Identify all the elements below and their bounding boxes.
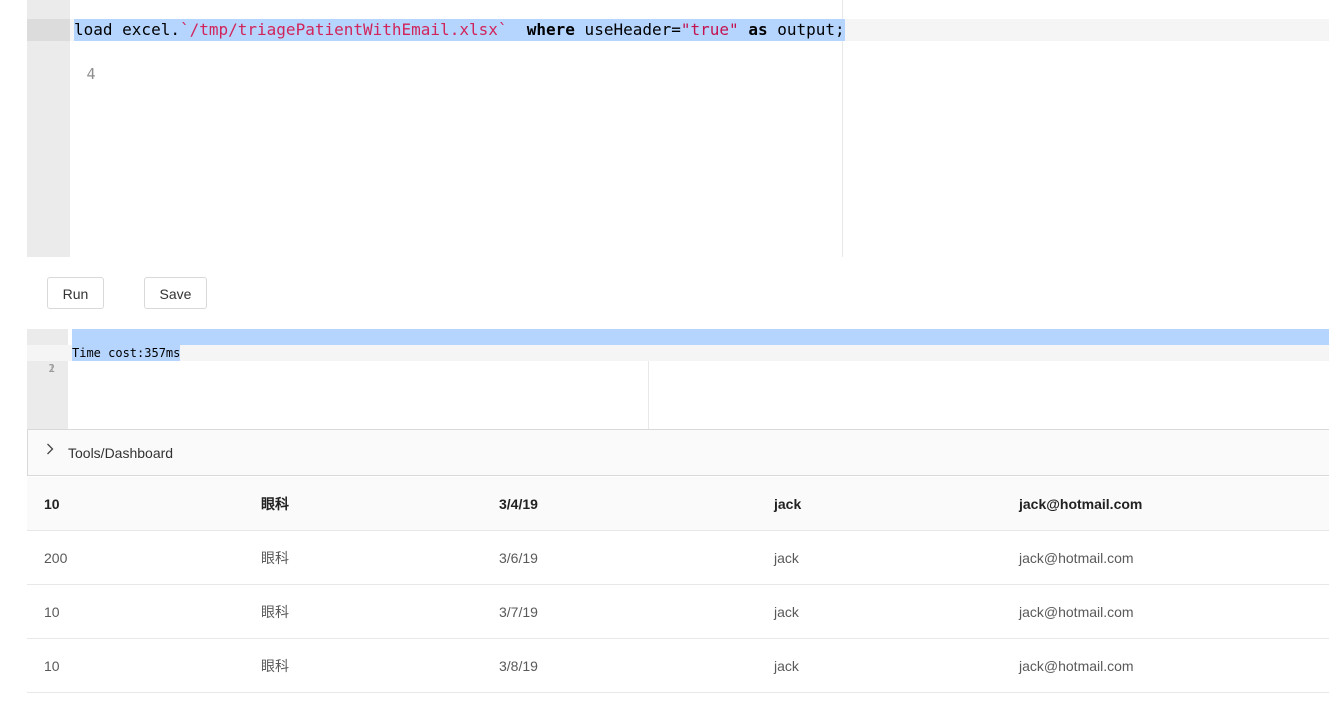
code-editor[interactable]: 3 4 load excel.`/tmp/triagePatientWithEm… [27,0,1329,257]
header-cell: jack [774,496,802,512]
chevron-right-icon[interactable] [46,443,54,458]
table-cell: 200 [44,550,68,566]
table-cell: 眼科 [261,604,289,620]
line-number: 2 [48,362,55,375]
table-cell: 3/8/19 [499,658,538,674]
table-cell: 眼科 [261,658,289,674]
output-print-margin [648,361,649,429]
output-line-1[interactable]: 1 [27,329,1329,375]
output-selection [72,329,1329,345]
table-header-row: 10 眼科 3/4/19 jack jack@hotmail.com [27,477,1329,531]
header-cell: jack@hotmail.com [1019,496,1143,512]
code-token: output; [767,20,845,39]
code-keyword-as: as [748,20,768,39]
table-row[interactable]: 10 眼科 3/7/19 jack jack@hotmail.com [27,585,1329,639]
header-cell: 3/4/19 [499,496,538,512]
line-number: 4 [86,65,96,83]
table-row[interactable]: 10 眼科 3/8/19 jack jack@hotmail.com [27,639,1329,693]
table-cell: jack@hotmail.com [1019,550,1134,566]
table-cell: jack [774,604,799,620]
table-cell: 眼科 [261,550,289,566]
code-token: useHeader= [574,20,681,39]
table-cell: jack [774,550,799,566]
run-button[interactable]: Run [47,277,104,309]
table-cell: 10 [44,604,60,620]
table-cell: jack@hotmail.com [1019,658,1134,674]
header-cell: 10 [44,496,60,512]
code-token-path: `/tmp/triagePatientWithEmail.xlsx` [179,20,508,39]
output-console[interactable]: 1 2 Time cost:357ms [27,329,1329,429]
table-cell: 10 [44,658,60,674]
table-cell: 3/6/19 [499,550,538,566]
table-cell: 3/7/19 [499,604,538,620]
panel-title: Tools/Dashboard [68,445,174,461]
code-selection: load excel.`/tmp/triagePatientWithEmail.… [74,19,845,41]
tools-dashboard-panel[interactable]: Tools/Dashboard [27,429,1329,476]
save-button[interactable]: Save [144,277,207,309]
table-cell: jack@hotmail.com [1019,604,1134,620]
code-keyword-where: where [526,20,575,39]
editor-line-4[interactable]: 4 load excel.`/tmp/triagePatientWithEmai… [27,19,1329,83]
result-table: 10 眼科 3/4/19 jack jack@hotmail.com 200 眼… [27,477,1329,693]
table-row[interactable]: 200 眼科 3/6/19 jack jack@hotmail.com [27,531,1329,585]
code-token: load excel. [74,20,180,39]
output-line-2[interactable]: 2 Time cost:357ms [27,345,1329,375]
editor-line-3[interactable]: 3 [27,0,1329,40]
code-token-string: "true" [680,20,739,39]
header-cell: 眼科 [261,496,289,512]
time-cost-text: Time cost:357ms [72,345,181,361]
table-cell: jack [774,658,799,674]
